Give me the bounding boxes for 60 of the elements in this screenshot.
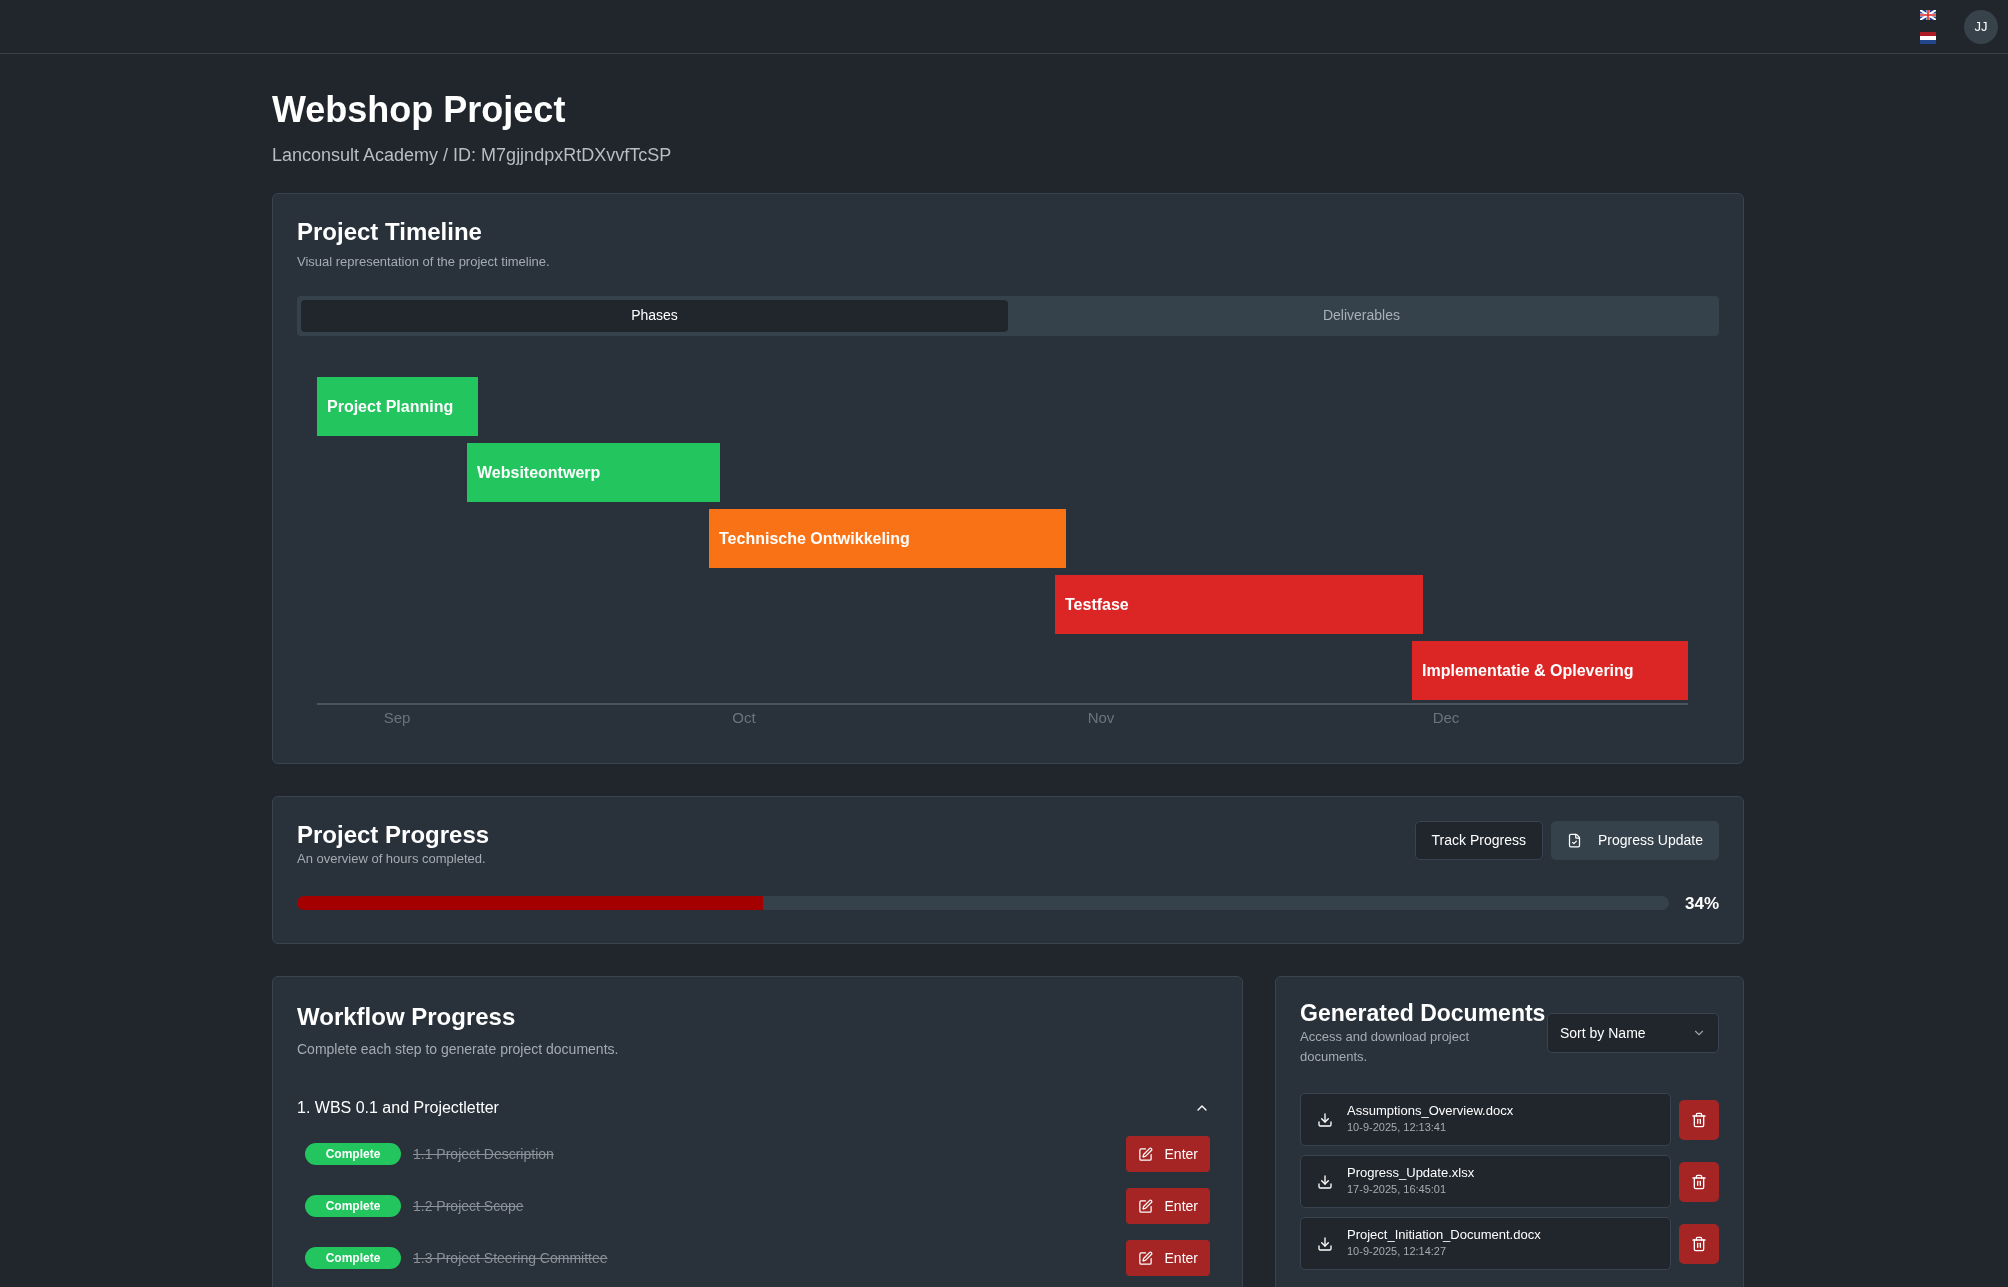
phase-bar: Technische Ontwikkeling [709,509,1066,568]
sort-dropdown[interactable]: Sort by Name [1547,1013,1719,1053]
dutch-flag-icon[interactable] [1920,31,1936,44]
download-icon [1317,1173,1333,1190]
tab[interactable]: Deliverables [1008,299,1715,332]
axis-label: Dec [1432,708,1460,728]
download-icon [1317,1235,1333,1252]
file-name: Project_Initiation_Document.docx [1347,1227,1541,1244]
card-description: An overview of hours completed. [297,850,487,868]
phase-bar: Project Planning [317,377,478,436]
status-badge: Complete [305,1143,401,1165]
tab[interactable]: Phases [301,299,1008,332]
download-icon [1317,1111,1333,1128]
progress-update-button[interactable]: Progress Update [1550,821,1719,860]
uk-flag-icon[interactable] [1920,9,1936,20]
file-date: 10-9-2025, 12:13:41 [1347,1120,1448,1136]
trash-icon [1691,1111,1707,1128]
enter-button[interactable]: Enter [1125,1240,1210,1276]
document-item[interactable]: Assumptions_Overview.docx 10-9-2025, 12:13:41 [1300,1093,1671,1146]
card-description: Visual representation of the project timeline. [297,253,551,271]
delete-button[interactable] [1679,1223,1719,1264]
track-progress-button[interactable]: Track Progress [1414,821,1543,860]
file-check-icon [1566,833,1582,848]
phase-bar: Websiteontwerp [467,443,720,502]
card-title: Project Timeline [297,217,483,247]
step-label: 1.2 Project Scope [413,1196,524,1216]
card-description: Complete each step to generate project documents. [297,1040,620,1059]
card-description: Access and download project documents. [1300,1028,1471,1066]
axis-label: Sep [383,708,411,728]
axis-label: Nov [1087,708,1115,728]
status-badge: Complete [305,1195,401,1217]
accordion-header[interactable]: 1. WBS 0.1 and Projectletter [297,1096,1218,1120]
phase-bar: Testfase [1055,575,1423,634]
delete-button[interactable] [1679,1099,1719,1140]
file-date: 10-9-2025, 12:14:27 [1347,1244,1448,1260]
file-date: 17-9-2025, 16:45:01 [1347,1182,1448,1198]
card-title: Project Progress [297,821,490,849]
phase-bar: Implementatie & Oplevering [1412,641,1688,700]
page-title: Webshop Project [272,88,567,132]
document-item[interactable]: Project_Initiation_Document.docx 10-9-2025, 12:14:27 [1300,1217,1671,1270]
file-name: Progress_Update.xlsx [1347,1165,1475,1182]
status-badge: Complete [305,1247,401,1269]
trash-icon [1691,1173,1707,1190]
trash-icon [1691,1235,1707,1252]
enter-button[interactable]: Enter [1125,1188,1210,1224]
step-label: 1.1 Project Description [413,1144,554,1164]
edit-icon [1137,1250,1153,1266]
card-title: Generated Documents [1300,999,1546,1027]
document-item[interactable]: Progress_Update.xlsx 17-9-2025, 16:45:01 [1300,1155,1671,1208]
step-label: 1.3 Project Steering Committee [413,1248,608,1268]
enter-button[interactable]: Enter [1125,1136,1210,1172]
delete-button[interactable] [1679,1161,1719,1202]
file-name: Assumptions_Overview.docx [1347,1103,1514,1120]
progress-percentage: 34% [1684,892,1719,915]
page-subtitle: Lanconsult Academy / ID: M7gjjndpxRtDXvvfTcSP [272,144,673,167]
edit-icon [1137,1198,1153,1214]
user-avatar[interactable]: JJ [1964,9,1998,44]
edit-icon [1137,1146,1153,1162]
axis-label: Oct [732,708,756,728]
card-title: Workflow Progress [297,1002,517,1032]
